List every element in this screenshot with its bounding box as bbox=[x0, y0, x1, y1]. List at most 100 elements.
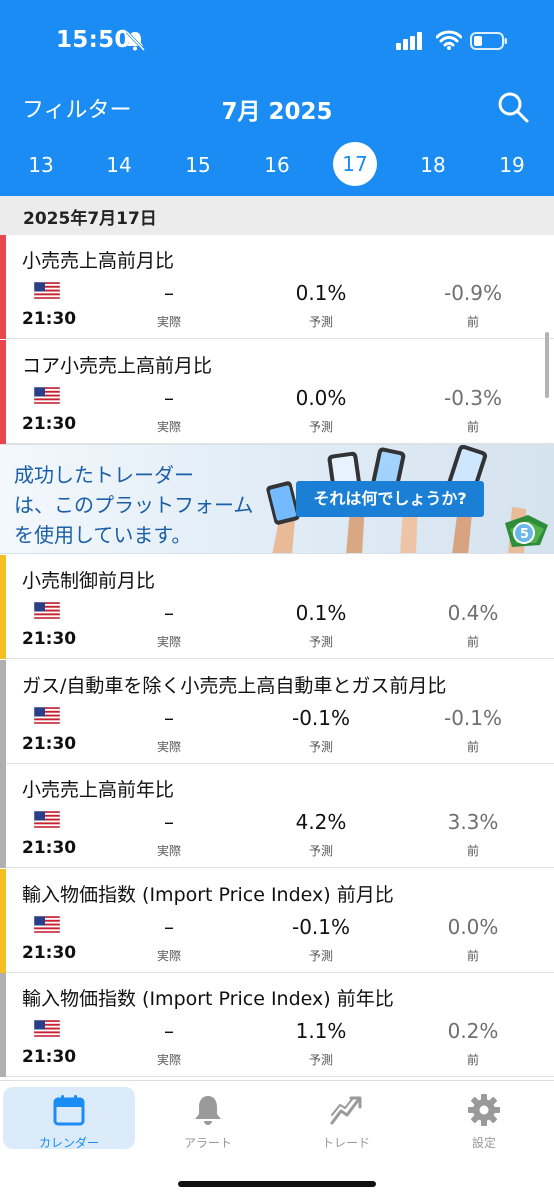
forecast-value: 0.0% bbox=[295, 385, 347, 410]
previous-value: -0.1% bbox=[443, 705, 503, 730]
importance-bar bbox=[0, 973, 6, 1077]
previous-label: 前 bbox=[466, 844, 479, 858]
day-button-selected[interactable]: 17 bbox=[333, 142, 377, 186]
us-flag-icon bbox=[34, 602, 60, 619]
tab-alerts[interactable]: アラート bbox=[142, 1087, 274, 1150]
event-row[interactable]: ガス/自動車を除く小売売上高自動車とガス前月比 21:30 – 実際 -0.1%… bbox=[0, 659, 554, 764]
us-flag-icon bbox=[34, 706, 60, 724]
forecast-value: -0.1% bbox=[291, 914, 351, 939]
wifi-icon bbox=[436, 30, 462, 50]
status-bar: 15:50 bbox=[0, 0, 554, 82]
battery-icon bbox=[470, 32, 507, 50]
event-row[interactable]: 小売売上高前月比 21:30 – 実際 0.1% 予測 -0.9% 前 bbox=[0, 235, 554, 339]
status-time: 15:50 bbox=[56, 27, 131, 53]
month-title[interactable]: 7月 2025 bbox=[0, 92, 554, 126]
day-button[interactable]: 13 bbox=[19, 145, 63, 185]
day-button[interactable]: 16 bbox=[255, 145, 299, 185]
us-flag-icon bbox=[34, 915, 60, 933]
previous-value: -0.9% bbox=[443, 281, 503, 305]
us-flag-icon bbox=[34, 282, 60, 299]
cellular-signal-icon bbox=[396, 32, 422, 50]
forecast-value: 0.1% bbox=[295, 281, 347, 305]
forecast-label: 予測 bbox=[308, 948, 333, 963]
forecast-value: -0.1% bbox=[291, 705, 351, 730]
ad-cta-button[interactable]: それは何でしょうか? bbox=[296, 481, 484, 517]
event-row[interactable]: 小売制御前月比 21:30 – 実際 0.1% 予測 0.4% 前 bbox=[0, 555, 554, 659]
forecast-label: 予測 bbox=[308, 739, 333, 754]
importance-bar bbox=[0, 659, 6, 764]
search-icon[interactable] bbox=[496, 90, 530, 124]
previous-value: 3.3% bbox=[447, 810, 499, 834]
tab-settings[interactable]: 設定 bbox=[418, 1087, 550, 1150]
event-title: 小売売上高前年比 bbox=[22, 779, 175, 801]
previous-label: 前 bbox=[466, 419, 479, 434]
previous-label: 前 bbox=[466, 739, 479, 754]
forecast-label: 予測 bbox=[308, 1053, 333, 1067]
actual-value: – bbox=[164, 810, 174, 834]
previous-label: 前 bbox=[466, 948, 479, 963]
day-button[interactable]: 14 bbox=[97, 145, 141, 185]
day-button[interactable]: 15 bbox=[176, 145, 220, 185]
home-indicator[interactable] bbox=[178, 1181, 376, 1187]
trade-icon bbox=[330, 1096, 362, 1125]
previous-value: 0.2% bbox=[447, 1019, 499, 1043]
scrollbar[interactable] bbox=[545, 332, 549, 398]
event-time: 21:30 bbox=[22, 309, 77, 329]
ad-text-line-2: は、このプラットフォーム bbox=[14, 493, 254, 517]
event-row[interactable]: 輸入物価指数 (Import Price Index) 前年比 21:30 – … bbox=[0, 973, 554, 1077]
event-row[interactable]: 小売売上高前年比 21:30 – 実際 4.2% 予測 3.3% 前 bbox=[0, 764, 554, 868]
event-time: 21:30 bbox=[22, 838, 77, 858]
actual-label: 実際 bbox=[156, 635, 181, 649]
forecast-value: 4.2% bbox=[295, 810, 347, 834]
actual-value: – bbox=[164, 705, 174, 730]
event-row[interactable]: 輸入物価指数 (Import Price Index) 前月比 21:30 – … bbox=[0, 868, 554, 973]
app-header: 15:50 フィルター 7月 2025 13 14 15 16 17 18 19 bbox=[0, 0, 554, 196]
tab-trade[interactable]: トレード bbox=[280, 1087, 412, 1150]
tab-label: アラート bbox=[183, 1136, 232, 1150]
event-title: 輸入物価指数 (Import Price Index) 前月比 bbox=[22, 883, 394, 906]
forecast-label: 予測 bbox=[308, 635, 333, 649]
us-flag-icon bbox=[34, 386, 60, 404]
event-title: 小売売上高前月比 bbox=[22, 250, 175, 272]
importance-bar bbox=[0, 235, 6, 339]
tab-label: カレンダー bbox=[38, 1136, 99, 1150]
ad-text-line-3: を使用しています。 bbox=[14, 523, 192, 547]
importance-bar bbox=[0, 339, 6, 444]
tab-calendar[interactable]: カレンダー bbox=[3, 1087, 135, 1150]
previous-value: 0.4% bbox=[447, 601, 499, 625]
date-header: 2025年7月17日 bbox=[0, 196, 554, 235]
forecast-label: 予測 bbox=[308, 844, 333, 858]
ad-text-line-1: 成功したトレーダー bbox=[14, 463, 194, 487]
previous-label: 前 bbox=[466, 315, 479, 329]
importance-bar bbox=[0, 555, 6, 659]
gear-icon bbox=[468, 1094, 500, 1126]
actual-value: – bbox=[164, 914, 174, 939]
day-button[interactable]: 19 bbox=[490, 145, 534, 185]
ad-banner[interactable]: 5 成功したトレーダー は、このプラットフォーム を使用しています。 それは何で… bbox=[0, 444, 554, 554]
calendar-icon bbox=[53, 1095, 85, 1126]
forecast-value: 1.1% bbox=[295, 1019, 347, 1043]
previous-label: 前 bbox=[466, 1053, 479, 1067]
importance-bar bbox=[0, 764, 6, 868]
svg-text:5: 5 bbox=[520, 527, 529, 542]
forecast-value: 0.1% bbox=[295, 601, 347, 625]
event-row[interactable]: コア小売売上高前月比 21:30 – 実際 0.0% 予測 -0.3% 前 bbox=[0, 339, 554, 444]
event-time: 21:30 bbox=[22, 733, 77, 754]
event-title: コア小売売上高前月比 bbox=[22, 354, 213, 377]
actual-label: 実際 bbox=[156, 739, 181, 754]
actual-label: 実際 bbox=[156, 419, 181, 434]
bell-off-icon bbox=[125, 30, 146, 52]
previous-value: 0.0% bbox=[447, 914, 499, 939]
us-flag-icon bbox=[34, 811, 60, 828]
event-time: 21:30 bbox=[22, 1047, 77, 1067]
previous-value: -0.3% bbox=[443, 385, 503, 410]
actual-value: – bbox=[164, 1019, 174, 1043]
event-title: ガス/自動車を除く小売売上高自動車とガス前月比 bbox=[22, 674, 447, 697]
bell-icon bbox=[195, 1096, 221, 1125]
forecast-label: 予測 bbox=[308, 419, 333, 434]
day-button[interactable]: 18 bbox=[411, 145, 455, 185]
previous-label: 前 bbox=[466, 635, 479, 649]
forecast-label: 予測 bbox=[308, 315, 333, 329]
actual-value: – bbox=[164, 385, 174, 410]
actual-value: – bbox=[164, 281, 174, 305]
